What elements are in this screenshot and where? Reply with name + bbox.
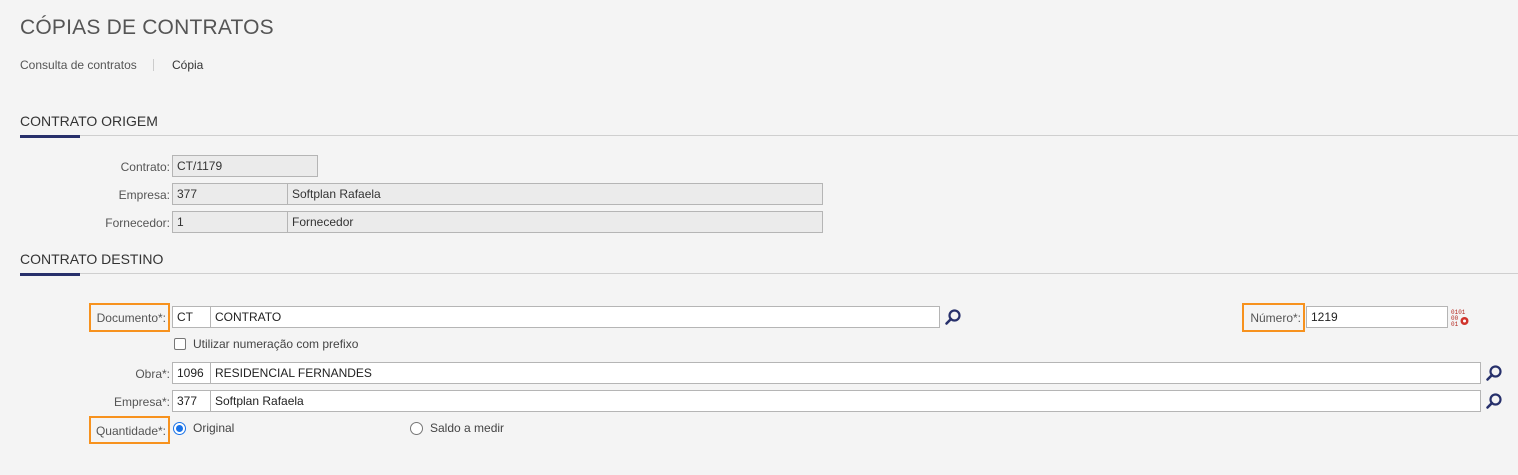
destino-empresa-code-input[interactable]: 377 [172,390,211,412]
radio-saldo-a-medir-label: Saldo a medir [430,421,505,435]
section-title-destino: CONTRATO DESTINO [20,251,164,267]
numero-input[interactable]: 1219 [1306,306,1448,328]
origem-fornecedor-code: 1 [172,211,288,233]
quantidade-label: Quantidade*: [95,424,166,438]
prefixo-checkbox[interactable] [174,338,186,350]
search-icon[interactable] [1483,362,1505,384]
origem-empresa-label: Empresa: [118,188,170,202]
section-accent [20,273,80,276]
quantidade-label-highlight: Quantidade*: [89,416,170,444]
breadcrumb-separator [153,59,154,71]
obra-label: Obra*: [135,367,170,381]
documento-label-highlight: Documento*: [89,303,170,332]
search-icon[interactable] [1483,390,1505,412]
numero-label: Número*: [1250,311,1301,325]
origem-empresa-code: 377 [172,183,288,205]
origem-empresa-name: Softplan Rafaela [287,183,823,205]
section-divider [20,273,1518,274]
section-divider [20,135,1518,136]
destino-empresa-name-input[interactable]: Softplan Rafaela [210,390,1481,412]
section-title-origem: CONTRATO ORIGEM [20,113,158,129]
origem-fornecedor-name: Fornecedor [287,211,823,233]
documento-name-input[interactable]: CONTRATO [210,306,940,328]
origem-fornecedor-label: Fornecedor: [105,216,170,230]
number-generator-icon[interactable]: 0101 00 01 [1450,307,1470,327]
page-title: CÓPIAS DE CONTRATOS [20,16,274,39]
radio-original[interactable] [173,422,186,435]
breadcrumb-consulta[interactable]: Consulta de contratos [20,58,137,72]
svg-text:01: 01 [1451,321,1459,327]
origem-contrato-field: CT/1179 [172,155,318,177]
search-icon[interactable] [942,306,964,328]
prefixo-label: Utilizar numeração com prefixo [193,337,359,351]
documento-label: Documento*: [96,311,166,325]
origem-contrato-label: Contrato: [120,160,170,174]
breadcrumb-copia: Cópia [172,58,204,72]
destino-empresa-label: Empresa*: [113,395,170,409]
documento-code-input[interactable]: CT [172,306,211,328]
obra-name-input[interactable]: RESIDENCIAL FERNANDES [210,362,1481,384]
radio-saldo-a-medir[interactable] [410,422,423,435]
obra-code-input[interactable]: 1096 [172,362,211,384]
section-accent [20,135,80,138]
numero-label-highlight: Número*: [1242,303,1305,332]
radio-original-label: Original [193,421,235,435]
